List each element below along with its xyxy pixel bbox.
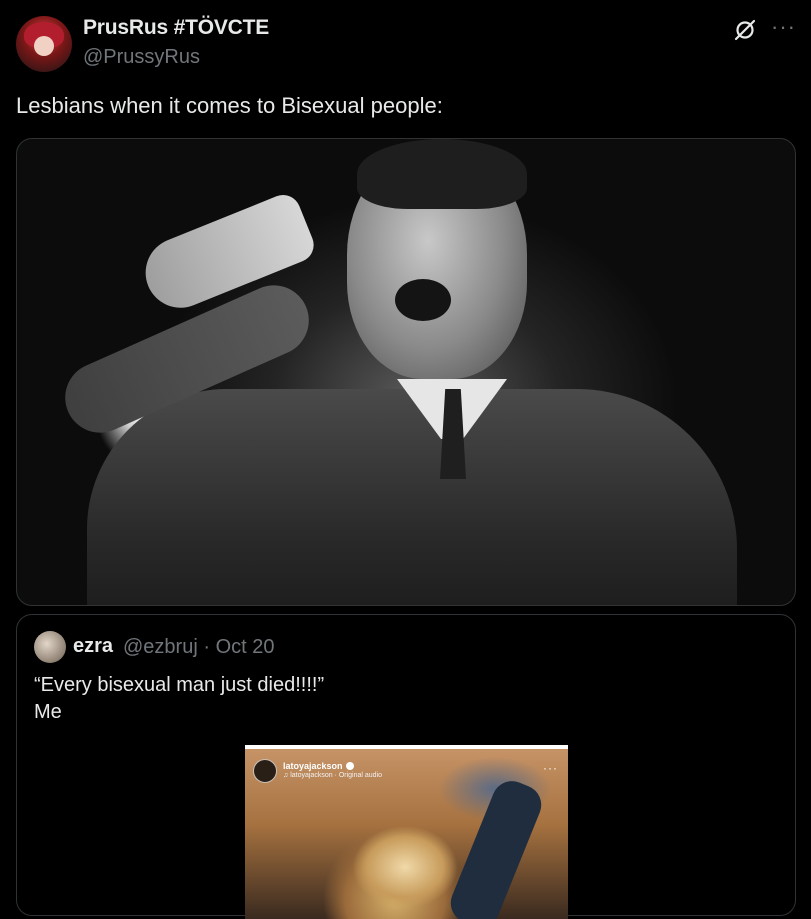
quoted-display-name[interactable]: ezra <box>73 635 113 658</box>
video-more-icon: ··· <box>543 761 558 775</box>
tweet-text: Lesbians when it comes to Bisexual peopl… <box>16 93 443 118</box>
image-figure-body <box>87 389 737 605</box>
video-username: latoyajackson <box>283 761 354 771</box>
display-name[interactable]: PrusRus #TÖVCTE <box>83 16 269 39</box>
quoted-separator: · <box>203 636 211 658</box>
quoted-tweet[interactable]: ezra @ezbruj · Oct 20 “Every bisexual ma… <box>16 614 796 919</box>
name-row: PrusRus #TÖVCTE <box>83 16 269 40</box>
avatar-face <box>34 36 54 56</box>
quoted-handle[interactable]: @ezbruj <box>123 636 198 658</box>
quoted-meta: @ezbruj · Oct 20 <box>123 636 275 659</box>
verified-icon <box>345 762 354 770</box>
quoted-text: “Every bisexual man just died!!!!” Me <box>34 672 324 726</box>
image-figure-hair <box>357 139 527 209</box>
quoted-avatar[interactable] <box>34 631 66 663</box>
quoted-text-line-2: Me <box>34 701 62 723</box>
tweet-image[interactable] <box>16 138 796 606</box>
tweet[interactable]: PrusRus #TÖVCTE @PrussyRus ··· Lesbians … <box>0 0 811 919</box>
video-username-text: latoyajackson <box>283 761 343 771</box>
user-handle[interactable]: @PrussyRus <box>83 46 200 69</box>
image-figure-mouth <box>395 279 451 321</box>
video-avatar <box>253 759 277 783</box>
video-audio: ♫ latoyajackson · Original audio <box>283 772 383 779</box>
quoted-text-line-1: “Every bisexual man just died!!!!” <box>34 674 325 696</box>
user-avatar[interactable] <box>16 16 72 72</box>
more-icon[interactable]: ··· <box>771 16 796 38</box>
grok-icon[interactable] <box>733 18 757 42</box>
quoted-date[interactable]: Oct 20 <box>216 636 275 658</box>
